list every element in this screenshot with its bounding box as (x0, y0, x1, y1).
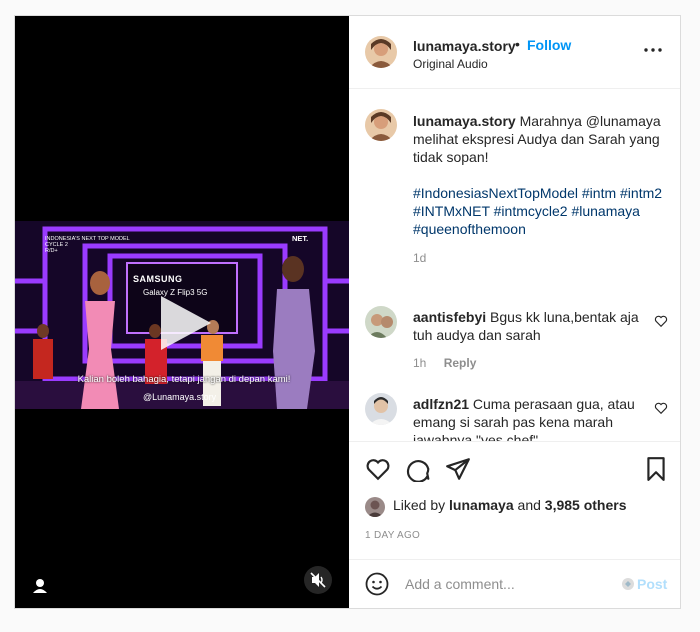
show-title-overlay: INDONESIA'S NEXT TOP MODEL CYCLE 2 R/D+ (45, 236, 130, 254)
likes-summary[interactable]: Liked by lunamaya and 3,985 others (393, 497, 627, 513)
commenter-avatar[interactable] (365, 393, 397, 425)
comment-body: aantisfebyi Bgus kk luna,bentak aja tuh … (413, 308, 641, 344)
comment-body: adlfzn21 Cuma perasaan gua, atau emang s… (413, 395, 641, 441)
network-logo: NET. (292, 234, 309, 243)
commenter-avatar[interactable] (365, 306, 397, 338)
play-icon[interactable] (153, 292, 215, 354)
author-avatar[interactable] (365, 36, 397, 68)
caption-hashtags[interactable]: #IndonesiasNextTopModel #intm #intm2 #IN… (413, 184, 669, 238)
comment-username[interactable]: aantisfebyi (413, 309, 486, 325)
audio-link[interactable]: Original Audio (413, 57, 488, 71)
bookmark-icon[interactable] (643, 456, 669, 482)
caption-username[interactable]: lunamaya.story (413, 113, 516, 129)
post-button[interactable]: Post (637, 576, 667, 592)
video-player[interactable]: INDONESIA'S NEXT TOP MODEL CYCLE 2 R/D+ … (15, 16, 349, 608)
mute-button[interactable] (304, 566, 332, 594)
heart-icon[interactable] (365, 456, 391, 482)
post-header: lunamaya.story • Follow Original Audio (349, 16, 680, 89)
comment-like-icon[interactable] (654, 314, 668, 328)
comment-meta: 1h Reply (413, 356, 490, 370)
liker-avatar[interactable] (365, 497, 385, 517)
comments-list[interactable]: lunamaya.story Marahnya @lunamaya meliha… (349, 89, 680, 441)
post-modal: INDONESIA'S NEXT TOP MODEL CYCLE 2 R/D+ … (14, 15, 681, 609)
header-separator: • (515, 36, 520, 52)
likes-user[interactable]: lunamaya (449, 497, 514, 513)
video-watermark: @Lunamaya.story (143, 392, 217, 402)
comment-icon[interactable] (405, 456, 431, 482)
add-comment-bar: Add a comment... Post (349, 559, 680, 609)
author-username[interactable]: lunamaya.story (413, 38, 516, 54)
comment-input[interactable]: Add a comment... (405, 576, 515, 592)
comment-time[interactable]: 1h (413, 356, 426, 370)
comment-like-icon[interactable] (654, 401, 668, 415)
sponsor-brand: SAMSUNG (133, 274, 183, 284)
comment-username[interactable]: adlfzn21 (413, 396, 469, 412)
video-subtitle: Kalian boleh bahagia, tetapi jangan di d… (77, 374, 291, 385)
speaker-muted-icon (310, 572, 326, 588)
user-tag-icon[interactable] (29, 575, 51, 597)
caption-body: lunamaya.story Marahnya @lunamaya meliha… (413, 112, 669, 238)
likes-others[interactable]: 3,985 others (545, 497, 627, 513)
caption-avatar[interactable] (365, 109, 397, 141)
reply-button[interactable]: Reply (444, 356, 477, 370)
post-date[interactable]: 1 DAY AGO (365, 530, 420, 541)
grammarly-icon[interactable] (621, 577, 635, 591)
likes-prefix: Liked by (393, 497, 446, 513)
likes-and: and (517, 497, 541, 513)
emoji-icon[interactable] (365, 572, 389, 596)
post-sidebar: lunamaya.story • Follow Original Audio l… (349, 16, 680, 608)
follow-button[interactable]: Follow (527, 37, 571, 53)
post-actions: Liked by lunamaya and 3,985 others 1 DAY… (349, 441, 680, 560)
caption-time[interactable]: 1d (413, 251, 426, 265)
more-options-icon[interactable] (643, 40, 663, 60)
share-icon[interactable] (445, 456, 471, 482)
show-title-line3: R/D+ (45, 248, 58, 254)
